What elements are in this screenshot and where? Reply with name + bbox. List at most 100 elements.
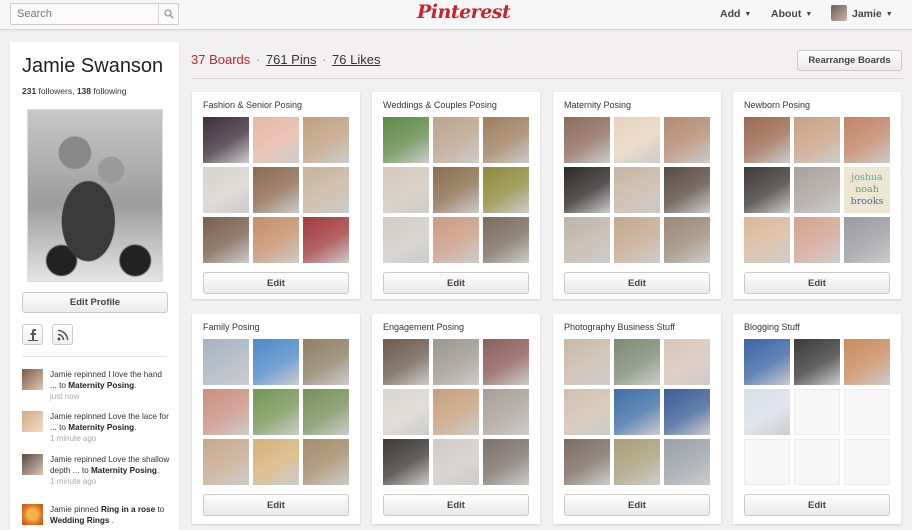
user-avatar[interactable] <box>831 5 847 21</box>
activity-board-link[interactable]: Maternity Posing <box>68 381 134 390</box>
pin-thumbnail <box>794 439 840 485</box>
rss-button[interactable] <box>52 324 73 345</box>
following-count[interactable]: 138 <box>77 86 91 96</box>
pin-thumbnail <box>253 339 299 385</box>
pin-thumbnail <box>664 117 710 163</box>
rearrange-boards-button[interactable]: Rearrange Boards <box>797 50 902 71</box>
pin-thumbnail <box>483 389 529 435</box>
board-card[interactable]: Family Posing Edit <box>192 314 360 524</box>
edit-board-button[interactable]: Edit <box>564 494 710 516</box>
activity-text: Jamie repinned Love the shallow depth ..… <box>50 454 170 487</box>
board-card[interactable]: Blogging Stuff Edit <box>733 314 901 524</box>
pin-thumbnail <box>203 217 249 263</box>
board-thumbnail-grid[interactable] <box>744 339 890 485</box>
board-thumbnail-grid[interactable] <box>564 339 710 485</box>
board-title[interactable]: Family Posing <box>203 322 260 332</box>
pin-thumbnail <box>383 339 429 385</box>
board-title[interactable]: Newborn Posing <box>744 100 810 110</box>
pin-thumbnail <box>383 389 429 435</box>
pin-thumbnail <box>744 339 790 385</box>
board-thumbnail-grid[interactable] <box>203 339 349 485</box>
pins-count-link[interactable]: 761 Pins <box>266 52 317 67</box>
pin-thumbnail <box>383 167 429 213</box>
board-card[interactable]: Newborn Posing joshua noah brooks Edit <box>733 92 901 299</box>
board-thumbnail-grid[interactable] <box>564 117 710 263</box>
edit-board-button[interactable]: Edit <box>383 494 529 516</box>
pin-thumbnail <box>433 217 479 263</box>
activity-board-link[interactable]: Wedding Rings <box>50 516 109 525</box>
pin-thumbnail <box>844 339 890 385</box>
edit-board-button[interactable]: Edit <box>203 272 349 294</box>
board-title[interactable]: Maternity Posing <box>564 100 631 110</box>
pin-thumbnail <box>433 439 479 485</box>
pin-thumbnail <box>564 389 610 435</box>
user-menu[interactable]: Jamie ▼ <box>852 8 893 20</box>
activity-text: Jamie repinned Love the lace for ... to … <box>50 411 170 444</box>
board-card[interactable]: Maternity Posing Edit <box>553 92 721 299</box>
pin-thumbnail <box>203 339 249 385</box>
top-navigation-bar: Pinterest Add▼ About▼ Jamie▼ <box>0 0 912 30</box>
board-title[interactable]: Blogging Stuff <box>744 322 800 332</box>
board-title[interactable]: Photography Business Stuff <box>564 322 675 332</box>
pin-thumbnail <box>664 167 710 213</box>
activity-board-link[interactable]: Maternity Posing <box>68 423 134 432</box>
search-input[interactable] <box>11 4 159 24</box>
board-card[interactable]: Weddings & Couples Posing Edit <box>372 92 540 299</box>
activity-thumbnail[interactable] <box>22 454 43 475</box>
pin-thumbnail <box>744 167 790 213</box>
board-card[interactable]: Engagement Posing Edit <box>372 314 540 524</box>
activity-board-link[interactable]: Maternity Posing <box>91 466 157 475</box>
edit-board-button[interactable]: Edit <box>744 272 890 294</box>
chevron-down-icon: ▼ <box>885 11 893 18</box>
edit-profile-button[interactable]: Edit Profile <box>22 292 168 313</box>
boards-count-link[interactable]: 37 Boards <box>191 52 250 67</box>
add-menu[interactable]: Add ▼ <box>720 8 751 20</box>
pin-thumbnail <box>744 439 790 485</box>
board-thumbnail-grid[interactable] <box>203 117 349 263</box>
pin-thumbnail <box>564 339 610 385</box>
pin-thumbnail <box>303 439 349 485</box>
board-title[interactable]: Engagement Posing <box>383 322 464 332</box>
board-thumbnail-grid[interactable]: joshua noah brooks <box>744 117 890 263</box>
likes-count-link[interactable]: 76 Likes <box>332 52 380 67</box>
pin-thumbnail <box>844 217 890 263</box>
pinterest-logo[interactable]: Pinterest <box>417 1 511 25</box>
pin-thumbnail <box>744 389 790 435</box>
activity-item: Jamie repinned I love the hand ... to Ma… <box>22 369 172 405</box>
pin-thumbnail <box>614 217 660 263</box>
board-thumbnail-grid[interactable] <box>383 339 529 485</box>
pin-thumbnail <box>664 217 710 263</box>
board-thumbnail-grid[interactable] <box>383 117 529 263</box>
board-card[interactable]: Fashion & Senior Posing Edit <box>192 92 360 299</box>
edit-board-button[interactable]: Edit <box>744 494 890 516</box>
activity-thumbnail[interactable] <box>22 369 43 390</box>
board-title[interactable]: Fashion & Senior Posing <box>203 100 302 110</box>
edit-board-button[interactable]: Edit <box>203 494 349 516</box>
add-menu-label: Add <box>720 8 741 20</box>
edit-board-button[interactable]: Edit <box>564 272 710 294</box>
tile-text: joshua <box>851 172 883 183</box>
pin-thumbnail <box>203 439 249 485</box>
pin-thumbnail <box>433 117 479 163</box>
search-button[interactable] <box>158 4 178 24</box>
about-menu[interactable]: About ▼ <box>771 8 812 20</box>
pin-thumbnail <box>303 339 349 385</box>
activity-thumbnail[interactable] <box>22 504 43 525</box>
profile-counts: 37 Boards · 761 Pins · 76 Likes <box>191 52 380 67</box>
board-title[interactable]: Weddings & Couples Posing <box>383 100 497 110</box>
pin-thumbnail <box>844 389 890 435</box>
board-card[interactable]: Photography Business Stuff Edit <box>553 314 721 524</box>
activity-thumbnail[interactable] <box>22 411 43 432</box>
facebook-button[interactable] <box>22 324 43 345</box>
activity-suffix: . <box>156 466 160 475</box>
pin-thumbnail <box>614 339 660 385</box>
pin-thumbnail <box>253 389 299 435</box>
divider <box>191 78 903 79</box>
facebook-icon <box>27 329 38 341</box>
edit-board-button[interactable]: Edit <box>383 272 529 294</box>
separator: · <box>322 52 327 67</box>
followers-count[interactable]: 231 <box>22 86 36 96</box>
pin-thumbnail <box>614 389 660 435</box>
about-menu-label: About <box>771 8 802 20</box>
activity-pin-link[interactable]: Ring in a rose <box>101 505 155 514</box>
